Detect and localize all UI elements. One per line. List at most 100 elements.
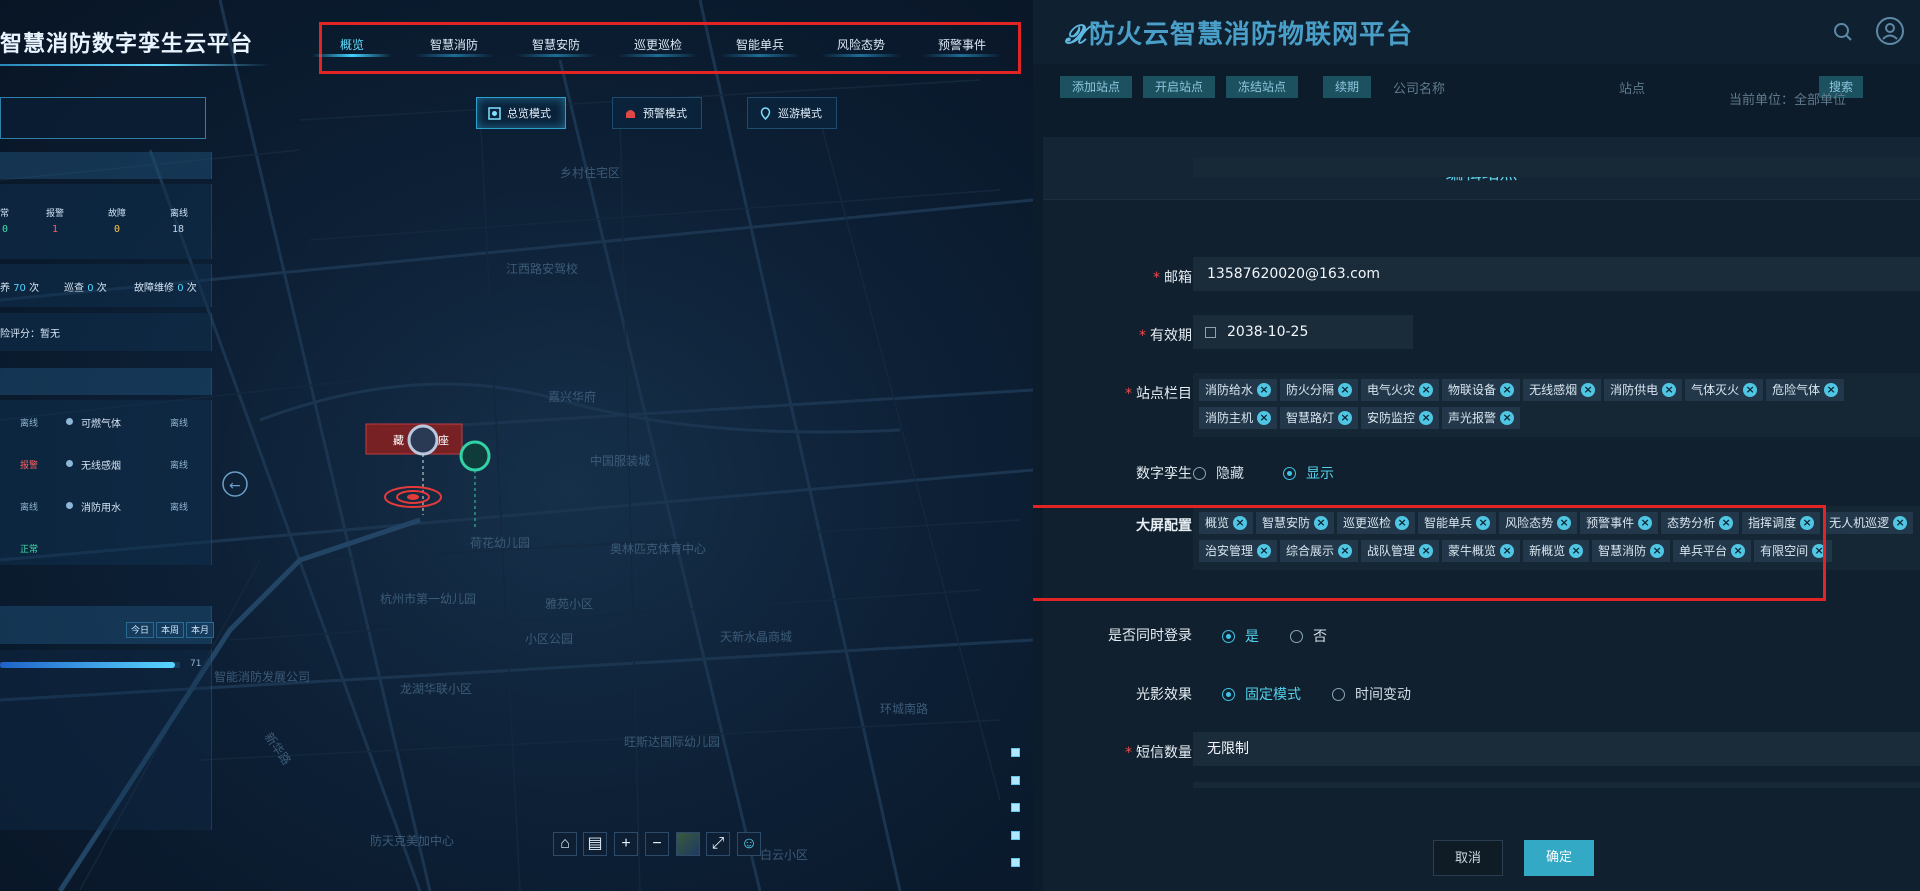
tag-label: 危险气体	[1772, 383, 1821, 397]
remove-tag-icon[interactable]: ×	[1314, 516, 1329, 530]
remove-tag-icon[interactable]: ×	[1893, 516, 1908, 530]
platform-title: 智慧消防数字孪生云平台	[0, 32, 254, 57]
search-input[interactable]	[0, 97, 206, 139]
remove-tag-icon[interactable]: ×	[1419, 383, 1434, 397]
side-control[interactable]	[1011, 748, 1020, 757]
remove-tag-icon[interactable]: ×	[1257, 383, 1272, 397]
remove-tag-icon[interactable]: ×	[1731, 544, 1746, 558]
count-item: 巡查 0 次	[64, 283, 107, 294]
tag-label: 蒙牛概览	[1448, 544, 1497, 558]
remove-tag-icon[interactable]: ×	[1476, 516, 1491, 530]
expiry-date-picker[interactable]: 2038-10-25	[1193, 315, 1413, 349]
add-site-button[interactable]: 添加站点	[1060, 76, 1133, 98]
remove-tag-icon[interactable]: ×	[1338, 411, 1353, 425]
warning-mode-button[interactable]: 预警模式	[612, 97, 702, 129]
tag-label: 综合展示	[1286, 544, 1335, 558]
period-tab-today[interactable]: 今日	[126, 622, 155, 638]
robot-icon[interactable]: ☺	[737, 832, 761, 856]
alarm-marker-suffix[interactable]: 座	[438, 432, 449, 448]
side-control[interactable]	[1011, 803, 1020, 812]
remove-tag-icon[interactable]: ×	[1338, 383, 1353, 397]
progress-value: 71	[190, 659, 202, 669]
phone-field-partial[interactable]	[1193, 157, 1920, 177]
nav-tab-overview[interactable]: 概览	[340, 36, 364, 53]
tour-mode-button[interactable]: 巡游模式	[747, 97, 837, 129]
remove-tag-icon[interactable]: ×	[1719, 516, 1734, 530]
remove-tag-icon[interactable]: ×	[1257, 544, 1272, 558]
satellite-icon[interactable]	[676, 832, 700, 856]
remove-tag-icon[interactable]: ×	[1662, 383, 1677, 397]
tag-chip: 综合展示 ×	[1280, 540, 1359, 562]
remove-tag-icon[interactable]: ×	[1419, 544, 1434, 558]
site-columns-multiselect[interactable]: 消防给水 × 防火分隔 × 电气火灾 × 物联设备 × 无线感烟 × 消防供电 × 气体灭火 × 危险气体 ×…	[1193, 373, 1920, 437]
map-label: 环城南路	[880, 702, 929, 716]
nav-tab-warning[interactable]: 预警事件	[938, 36, 986, 53]
remove-tag-icon[interactable]: ×	[1812, 544, 1827, 558]
email-field[interactable]: 13587620020@163.com	[1193, 257, 1920, 291]
renew-button[interactable]: 续期	[1323, 76, 1372, 98]
remove-tag-icon[interactable]: ×	[1257, 411, 1272, 425]
remove-tag-icon[interactable]: ×	[1650, 544, 1665, 558]
map-label: 乡村住宅区	[560, 166, 621, 180]
side-control[interactable]	[1011, 858, 1020, 867]
remove-tag-icon[interactable]: ×	[1500, 411, 1515, 425]
side-control[interactable]	[1011, 776, 1020, 785]
stat-label: 故障	[108, 209, 127, 219]
nav-tab-smart-fire[interactable]: 智慧消防	[430, 36, 478, 53]
alarm-marker-label[interactable]: 藏	[393, 432, 404, 448]
building-icon[interactable]: ▤	[583, 832, 607, 856]
nav-tab-soldier[interactable]: 智能单兵	[736, 36, 784, 53]
period-tab-week[interactable]: 本周	[156, 622, 185, 638]
sms-quantity-field[interactable]: 无限制	[1193, 732, 1920, 766]
expiry-label: * 有效期	[1139, 328, 1192, 344]
zoom-out-icon[interactable]: −	[645, 832, 669, 856]
nav-tab-patrol[interactable]: 巡更巡检	[634, 36, 682, 53]
side-control[interactable]	[1011, 831, 1020, 840]
columns-label: * 站点栏目	[1125, 386, 1192, 402]
twin-hide-radio[interactable]: 隐藏	[1193, 463, 1244, 483]
remove-tag-icon[interactable]: ×	[1419, 411, 1434, 425]
enable-site-button[interactable]: 开启站点	[1143, 76, 1216, 98]
remove-tag-icon[interactable]: ×	[1581, 383, 1596, 397]
remove-tag-icon[interactable]: ×	[1557, 516, 1572, 530]
remove-tag-icon[interactable]: ×	[1824, 383, 1839, 397]
remove-tag-icon[interactable]: ×	[1800, 516, 1815, 530]
cancel-button[interactable]: 取消	[1433, 840, 1503, 876]
nav-tab-smart-security[interactable]: 智慧安防	[532, 36, 580, 53]
risk-panel: 险评分：暂无	[0, 313, 212, 351]
login-no-radio[interactable]: 否	[1290, 626, 1327, 646]
remove-tag-icon[interactable]: ×	[1638, 516, 1653, 530]
nav-tab-risk[interactable]: 风险态势	[837, 36, 885, 53]
screen-config-multiselect[interactable]: 概览 × 智慧安防 × 巡更巡检 × 智能单兵 × 风险态势 × 预警事件 × 态势分析 × 指挥调度 × 无人…	[1193, 506, 1920, 570]
freeze-site-button[interactable]: 冻结站点	[1226, 76, 1299, 98]
fullscreen-icon[interactable]: ⤢	[706, 832, 730, 856]
tag-label: 风险态势	[1505, 516, 1554, 530]
trend-panel: 71	[0, 650, 212, 830]
remove-tag-icon[interactable]: ×	[1743, 383, 1758, 397]
twin-show-radio[interactable]: 显示	[1283, 463, 1334, 483]
search-icon[interactable]	[1833, 22, 1853, 42]
light-time-radio[interactable]: 时间变动	[1332, 684, 1411, 704]
progress-fill	[0, 662, 175, 668]
period-tab-month[interactable]: 本月	[186, 622, 215, 638]
home-icon[interactable]: ⌂	[553, 832, 577, 856]
confirm-button[interactable]: 确定	[1524, 840, 1594, 876]
login-yes-radio[interactable]: 是	[1222, 626, 1259, 646]
remove-tag-icon[interactable]: ×	[1233, 516, 1248, 530]
status-badge: 离线	[170, 502, 189, 512]
nav-underline	[720, 54, 800, 57]
map-label: 白云小区	[760, 848, 809, 862]
remove-tag-icon[interactable]: ×	[1569, 544, 1584, 558]
mode-label: 总览模式	[507, 107, 551, 120]
remove-tag-icon[interactable]: ×	[1500, 383, 1515, 397]
remove-tag-icon[interactable]: ×	[1500, 544, 1515, 558]
zoom-in-icon[interactable]: +	[614, 832, 638, 856]
brand-title: 𝓧防火云智慧消防物联网平台	[1065, 20, 1414, 50]
remove-tag-icon[interactable]: ×	[1395, 516, 1410, 530]
tag-chip: 有限空间 ×	[1754, 540, 1833, 562]
overview-mode-button[interactable]: 总览模式	[476, 97, 566, 129]
light-fixed-radio[interactable]: 固定模式	[1222, 684, 1301, 704]
stat-label: 报警	[46, 209, 65, 219]
remove-tag-icon[interactable]: ×	[1338, 544, 1353, 558]
user-avatar-icon[interactable]	[1875, 16, 1905, 46]
